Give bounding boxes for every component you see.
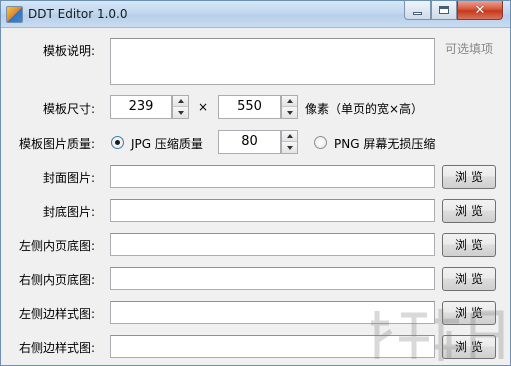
right-inner-page-input[interactable] xyxy=(110,267,435,290)
size-label: 模板尺寸: xyxy=(42,102,95,116)
width-spinner[interactable] xyxy=(172,95,189,119)
close-icon: ✕ xyxy=(474,2,486,18)
chevron-down-icon xyxy=(286,145,293,150)
height-spinner[interactable] xyxy=(281,95,298,119)
radio-selected-dot xyxy=(115,140,120,145)
png-radio[interactable] xyxy=(314,136,327,149)
jpg-quality-increment-button[interactable] xyxy=(282,131,297,142)
description-input[interactable] xyxy=(110,38,435,85)
height-decrement-button[interactable] xyxy=(282,107,297,118)
chevron-up-icon xyxy=(286,134,293,138)
description-label: 模板说明: xyxy=(42,44,95,58)
title-bar[interactable]: DDT Editor 1.0.0 ✕ xyxy=(1,1,510,28)
width-input[interactable]: 239 xyxy=(110,95,172,119)
jpg-radio[interactable] xyxy=(111,136,124,149)
back-cover-image-label: 封底图片: xyxy=(42,205,95,219)
size-unit-note: 像素（单页的宽×高） xyxy=(305,102,424,116)
chevron-up-icon xyxy=(177,99,184,103)
png-option-label[interactable]: PNG 屏幕无损压缩 xyxy=(334,135,435,152)
height-increment-button[interactable] xyxy=(282,96,297,107)
height-input[interactable]: 550 xyxy=(218,95,281,119)
left-edge-style-label: 左侧边样式图: xyxy=(18,307,95,321)
cover-image-input[interactable] xyxy=(110,165,435,188)
optional-hint: 可选填项 xyxy=(445,42,494,56)
close-button[interactable]: ✕ xyxy=(457,1,503,20)
cover-image-browse-button[interactable]: 浏览 xyxy=(442,165,496,189)
maximize-button[interactable] xyxy=(431,1,457,20)
left-inner-page-input[interactable] xyxy=(110,233,435,256)
watermark-logo xyxy=(371,309,504,361)
right-edge-style-label: 右侧边样式图: xyxy=(18,341,95,355)
cover-image-label: 封面图片: xyxy=(42,171,95,185)
minimize-icon xyxy=(413,11,422,15)
right-inner-page-browse-button[interactable]: 浏览 xyxy=(442,267,496,291)
left-inner-page-label: 左侧内页底图: xyxy=(18,239,95,253)
back-cover-image-input[interactable] xyxy=(110,199,435,222)
quality-label: 模板图片质量: xyxy=(18,137,95,151)
size-separator: × xyxy=(198,100,209,114)
back-cover-image-browse-button[interactable]: 浏览 xyxy=(442,199,496,223)
left-inner-page-browse-button[interactable]: 浏览 xyxy=(442,233,496,257)
width-decrement-button[interactable] xyxy=(173,107,188,118)
app-window: DDT Editor 1.0.0 ✕ 模板说明: 可选填项 模板尺寸: 239 … xyxy=(0,0,511,366)
chevron-down-icon xyxy=(286,110,293,115)
jpg-option-label[interactable]: JPG 压缩质量 xyxy=(131,135,203,152)
right-inner-page-label: 右侧内页底图: xyxy=(18,273,95,287)
width-increment-button[interactable] xyxy=(173,96,188,107)
chevron-down-icon xyxy=(177,110,184,115)
jpg-quality-spinner[interactable] xyxy=(281,130,298,154)
jpg-quality-input[interactable]: 80 xyxy=(218,130,281,154)
window-title: DDT Editor 1.0.0 xyxy=(28,7,128,21)
jpg-quality-decrement-button[interactable] xyxy=(282,142,297,153)
chevron-up-icon xyxy=(286,99,293,103)
app-icon xyxy=(6,6,23,23)
maximize-icon xyxy=(439,6,449,14)
minimize-button[interactable] xyxy=(404,1,431,20)
